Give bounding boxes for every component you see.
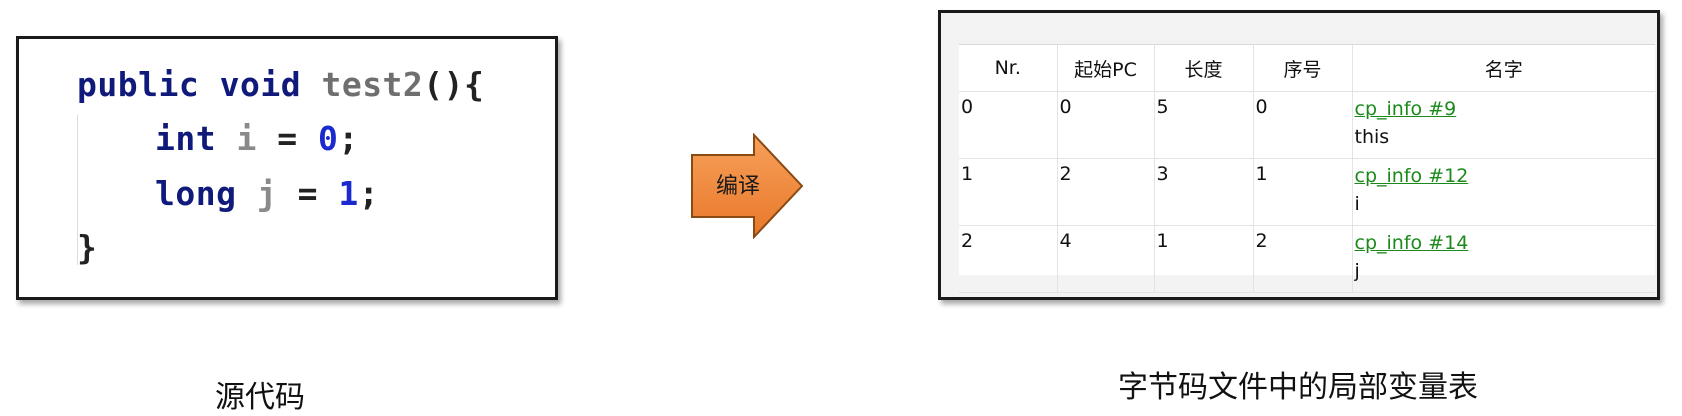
caption-local-variable-table: 字节码文件中的局部变量表 bbox=[1118, 370, 1478, 405]
cell-name: cp_info #9 this bbox=[1352, 91, 1655, 159]
method-name: test2 bbox=[321, 65, 424, 104]
semicolon: ; bbox=[338, 119, 359, 158]
code-line-2: int i = 0; bbox=[155, 119, 359, 159]
table-row[interactable]: 0 0 5 0 cp_info #9 this bbox=[959, 91, 1655, 159]
table-header-row: Nr. 起始PC 长度 序号 名字 bbox=[959, 45, 1655, 92]
cell-name: cp_info #14 j bbox=[1352, 225, 1655, 293]
local-variable-table: Nr. 起始PC 长度 序号 名字 0 0 5 0 cp_info #9 thi… bbox=[959, 45, 1655, 293]
variable-name: this bbox=[1354, 126, 1390, 148]
cell-index: 2 bbox=[1253, 225, 1353, 293]
column-header-nr[interactable]: Nr. bbox=[959, 45, 1058, 92]
variable-j: j bbox=[256, 174, 278, 213]
code-line-3: long j = 1; bbox=[155, 174, 379, 214]
cp-info-link[interactable]: cp_info #9 bbox=[1355, 96, 1654, 123]
table-viewport: Nr. 起始PC 长度 序号 名字 0 0 5 0 cp_info #9 thi… bbox=[959, 44, 1655, 293]
semicolon: ; bbox=[358, 174, 380, 213]
variable-name: j bbox=[1354, 260, 1360, 282]
keyword-long: long bbox=[155, 174, 237, 213]
cp-info-link[interactable]: cp_info #12 bbox=[1355, 163, 1654, 190]
assign-operator: = bbox=[277, 119, 298, 158]
keyword-void: void bbox=[219, 65, 302, 104]
cell-name: cp_info #12 i bbox=[1352, 158, 1655, 226]
local-variable-table-panel: Nr. 起始PC 长度 序号 名字 0 0 5 0 cp_info #9 thi… bbox=[938, 10, 1660, 300]
cell-nr: 1 bbox=[959, 158, 1058, 226]
method-signature-rest: (){ bbox=[423, 65, 485, 104]
code-line-1: public void test2(){ bbox=[77, 65, 484, 105]
column-header-length[interactable]: 长度 bbox=[1154, 45, 1254, 92]
arrow-label: 编译 bbox=[715, 174, 760, 199]
keyword-public: public bbox=[77, 65, 200, 104]
variable-i: i bbox=[236, 119, 257, 158]
cell-length: 1 bbox=[1154, 225, 1254, 293]
number-literal-1: 1 bbox=[338, 174, 359, 213]
cell-index: 0 bbox=[1253, 91, 1353, 159]
source-code-panel: public void test2(){ int i = 0; long j =… bbox=[16, 36, 558, 300]
variable-name: i bbox=[1354, 193, 1360, 215]
cp-info-link[interactable]: cp_info #14 bbox=[1355, 230, 1654, 257]
assign-operator: = bbox=[297, 174, 318, 213]
keyword-int: int bbox=[155, 119, 217, 158]
column-header-index[interactable]: 序号 bbox=[1253, 45, 1353, 92]
code-line-4: } bbox=[77, 228, 98, 267]
number-literal-0: 0 bbox=[317, 119, 339, 158]
cell-length: 3 bbox=[1154, 158, 1254, 226]
table-row[interactable]: 2 4 1 2 cp_info #14 j bbox=[959, 225, 1655, 293]
column-header-name[interactable]: 名字 bbox=[1352, 45, 1655, 92]
cell-length: 5 bbox=[1154, 91, 1254, 159]
cell-start-pc: 2 bbox=[1057, 158, 1155, 226]
column-header-start-pc[interactable]: 起始PC bbox=[1057, 45, 1155, 92]
cell-index: 1 bbox=[1253, 158, 1353, 226]
caption-source-code: 源代码 bbox=[215, 380, 305, 415]
cell-start-pc: 0 bbox=[1057, 91, 1155, 159]
table-row[interactable]: 1 2 3 1 cp_info #12 i bbox=[959, 158, 1655, 226]
cell-nr: 0 bbox=[959, 91, 1058, 159]
cell-start-pc: 4 bbox=[1057, 225, 1155, 293]
cell-nr: 2 bbox=[959, 225, 1058, 293]
